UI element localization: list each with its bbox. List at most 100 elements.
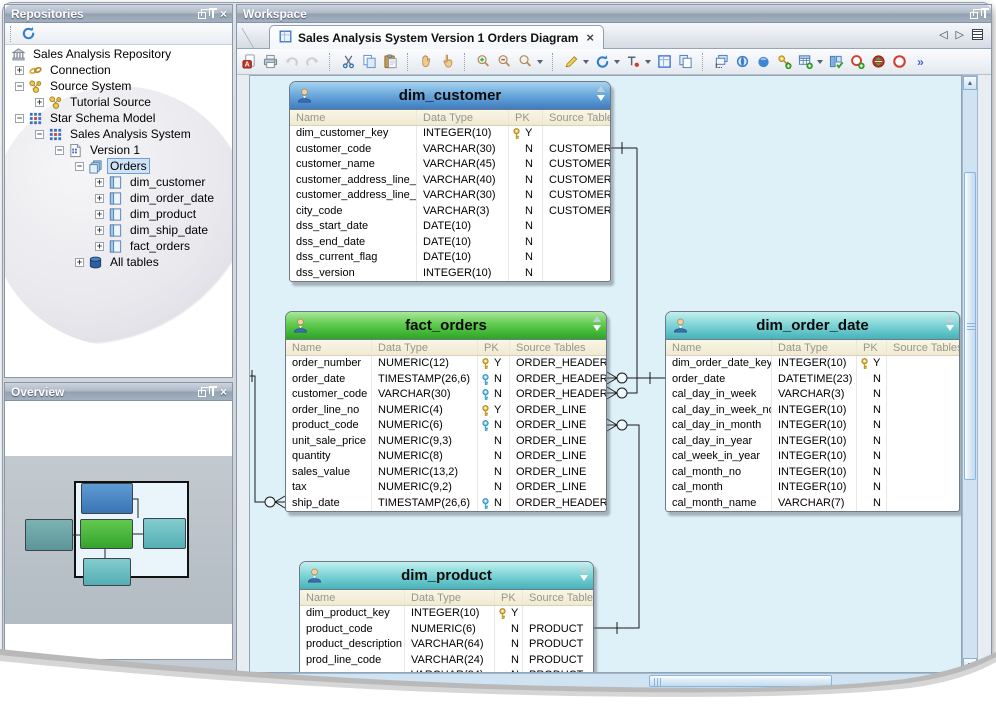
tree-item-dim-order-date[interactable]: +dim_order_date: [5, 190, 232, 206]
close-panel-icon[interactable]: ×: [220, 384, 227, 400]
tab-close-icon[interactable]: ×: [586, 30, 594, 45]
table-row[interactable]: dss_versionINTEGER(10)N: [290, 266, 610, 282]
pan-icon[interactable]: [416, 52, 437, 72]
select-all-tables-icon[interactable]: [654, 52, 675, 72]
pin-panel-icon[interactable]: [212, 388, 214, 396]
tree-item-sales-analysis-repository[interactable]: Sales Analysis Repository: [5, 46, 232, 62]
table-detail-icon[interactable]: I...: [711, 52, 732, 72]
collapse-icon[interactable]: −: [15, 82, 24, 91]
table-row[interactable]: product_descriptionVARCHAR(64)NPRODUCT: [300, 637, 593, 653]
tree-item-tutorial-source[interactable]: +Tutorial Source: [5, 94, 232, 110]
table-header[interactable]: dim_customer: [290, 82, 610, 110]
table-row[interactable]: customer_codeVARCHAR(30)NCUSTOMER: [290, 142, 610, 158]
table-dim-product[interactable]: dim_product NameData TypePKSource Tables…: [299, 561, 594, 673]
table-row[interactable]: order_line_noNUMERIC(4)YORDER_LINE: [286, 403, 606, 419]
table-row[interactable]: product_codeNUMERIC(6)NPRODUCT: [300, 622, 593, 638]
table-row[interactable]: cal_monthINTEGER(10)N: [666, 480, 959, 496]
tab-list-icon[interactable]: [972, 29, 983, 40]
table-row[interactable]: cal_month_nameVARCHAR(7)N: [666, 496, 959, 512]
line-style-dropdown-icon[interactable]: [583, 60, 589, 64]
table-row[interactable]: cal_day_in_weekVARCHAR(3)N: [666, 387, 959, 403]
tree-item-dim-customer[interactable]: +dim_customer: [5, 174, 232, 190]
table-header[interactable]: dim_product: [300, 562, 593, 590]
zoom-icon[interactable]: [515, 52, 536, 72]
select-hand-icon[interactable]: [437, 52, 458, 72]
table-dim-customer[interactable]: dim_customer NameData TypePKSource Table…: [289, 81, 611, 282]
toolbar-grip[interactable]: [10, 26, 13, 42]
expand-icon[interactable]: +: [95, 242, 104, 251]
table-row[interactable]: customer_codeVARCHAR(30)NORDER_HEADER: [286, 387, 606, 403]
tree-item-dim-ship-date[interactable]: +dim_ship_date: [5, 222, 232, 238]
export-pdf-icon[interactable]: A: [239, 52, 260, 72]
table-row[interactable]: dss_start_dateDATE(10)N: [290, 219, 610, 235]
tree-item-orders[interactable]: −Orders: [5, 158, 232, 174]
table-row[interactable]: dim_order_date_keyINTEGER(10)Y: [666, 356, 959, 372]
collapse-icon[interactable]: −: [35, 130, 44, 139]
sort-arrows-icon[interactable]: [946, 316, 954, 331]
table-row[interactable]: dim_product_keyINTEGER(10)Y: [300, 606, 593, 622]
diagram-minimap[interactable]: [5, 456, 232, 624]
expand-icon[interactable]: +: [95, 226, 104, 235]
workspace-titlebar[interactable]: Workspace: [237, 5, 991, 23]
table-row[interactable]: taxNUMERIC(9,2)NORDER_LINE: [286, 480, 606, 496]
table-header[interactable]: dim_order_date: [666, 312, 959, 340]
float-panel-icon[interactable]: [198, 12, 206, 19]
expand-icon[interactable]: +: [95, 194, 104, 203]
trace-icon[interactable]: [623, 52, 644, 72]
compare-icon[interactable]: [868, 52, 889, 72]
expand-icon[interactable]: +: [35, 98, 44, 107]
table-row[interactable]: dss_current_flagDATE(10)N: [290, 250, 610, 266]
table-row[interactable]: unit_sale_priceNUMERIC(9,3)NORDER_LINE: [286, 434, 606, 450]
zoom-dropdown-icon[interactable]: [537, 60, 543, 64]
table-row[interactable]: product_codeNUMERIC(6)NORDER_LINE: [286, 418, 606, 434]
tree-item-connection[interactable]: +Connection: [5, 62, 232, 78]
add-table-dropdown-icon[interactable]: [817, 60, 823, 64]
float-panel-icon[interactable]: [970, 12, 978, 19]
tree-item-dim-product[interactable]: +dim_product: [5, 206, 232, 222]
scroll-right-icon[interactable]: ▶: [947, 674, 961, 688]
expand-icon[interactable]: +: [95, 210, 104, 219]
paste-icon[interactable]: [380, 52, 401, 72]
diagram-canvas[interactable]: dim_customer NameData TypePKSource Table…: [249, 75, 962, 673]
table-row[interactable]: cal_month_noINTEGER(10)N: [666, 465, 959, 481]
table-row[interactable]: dim_customer_keyINTEGER(10)Y: [290, 126, 610, 142]
table-row[interactable]: order_numberNUMERIC(12)YORDER_HEADER: [286, 356, 606, 372]
table-row[interactable]: order_dateDATETIME(23)N: [666, 372, 959, 388]
float-panel-icon[interactable]: [198, 390, 206, 397]
add-key-icon[interactable]: [774, 52, 795, 72]
tree-item-fact-orders[interactable]: +fact_orders: [5, 238, 232, 254]
horizontal-scroll-thumb[interactable]: [649, 675, 832, 687]
toggle-display-icon[interactable]: [732, 52, 753, 72]
collapse-icon[interactable]: −: [15, 114, 24, 123]
table-dim-order-date[interactable]: dim_order_date NameData TypePKSource Tab…: [665, 311, 960, 512]
sort-arrows-icon[interactable]: [593, 316, 601, 331]
table-row[interactable]: quantityNUMERIC(8)NORDER_LINE: [286, 449, 606, 465]
add-table-icon[interactable]: [795, 52, 816, 72]
auto-layout-icon[interactable]: [592, 52, 613, 72]
redo-icon[interactable]: [302, 52, 323, 72]
table-row[interactable]: city_codeVARCHAR(3)NCUSTOMER: [290, 204, 610, 220]
collapse-icon[interactable]: −: [55, 146, 64, 155]
close-panel-icon[interactable]: ×: [220, 6, 227, 22]
tree-item-version-1[interactable]: −Version 1: [5, 142, 232, 158]
zoom-in-icon[interactable]: [473, 52, 494, 72]
pin-panel-icon[interactable]: [984, 10, 986, 18]
print-icon[interactable]: [260, 52, 281, 72]
table-row[interactable]: sales_valueNUMERIC(13,2)NORDER_LINE: [286, 465, 606, 481]
vertical-scrollbar[interactable]: ▲ ▼: [962, 75, 978, 673]
tab-scroll-right-icon[interactable]: ▷: [956, 28, 964, 41]
table-fact-orders[interactable]: fact_orders NameData TypePKSource Tables…: [285, 311, 607, 512]
repositories-titlebar[interactable]: Repositories ×: [5, 5, 232, 23]
pin-panel-icon[interactable]: [212, 10, 214, 18]
table-row[interactable]: cal_week_in_yearINTEGER(10)N: [666, 449, 959, 465]
vertical-scroll-thumb[interactable]: [964, 172, 976, 480]
add-object-icon[interactable]: [847, 52, 868, 72]
overview-titlebar[interactable]: Overview ×: [5, 383, 232, 401]
table-row[interactable]: customer_address_line_2VARCHAR(30)NCUSTO…: [290, 188, 610, 204]
cut-icon[interactable]: [338, 52, 359, 72]
sort-arrows-icon[interactable]: [597, 86, 605, 101]
sort-arrows-icon[interactable]: [580, 566, 588, 581]
globe-icon[interactable]: [753, 52, 774, 72]
expand-icon[interactable]: +: [75, 258, 84, 267]
remove-icon[interactable]: [889, 52, 910, 72]
